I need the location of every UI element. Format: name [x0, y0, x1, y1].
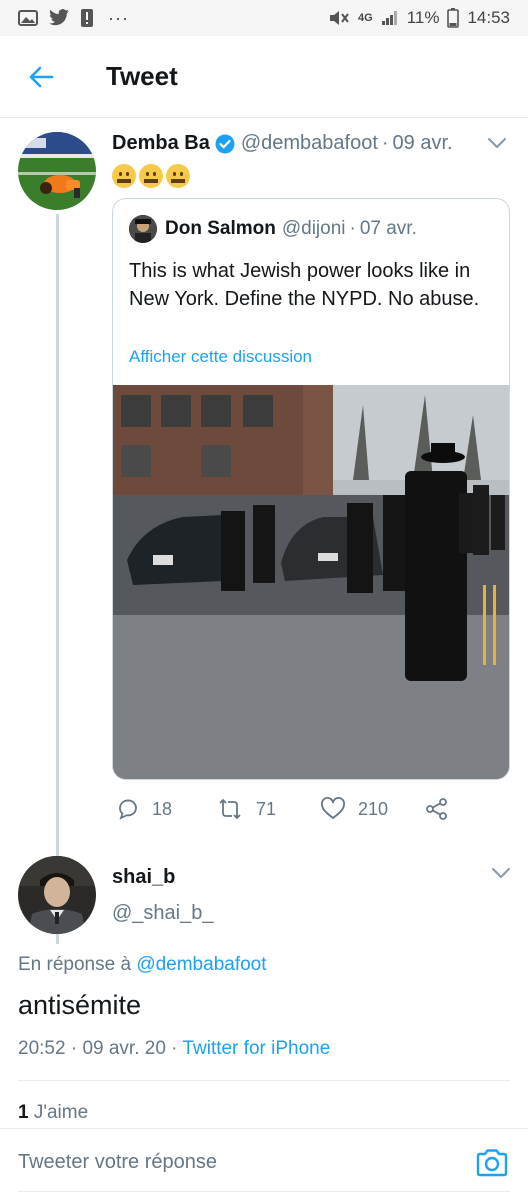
- separator-dot: ·: [171, 1038, 178, 1059]
- chevron-down-icon: [488, 138, 506, 148]
- tweet-header: Demba Ba @dembabafoot · 09 avr.: [112, 132, 512, 155]
- avatar[interactable]: [18, 132, 96, 210]
- retweet-count: 71: [256, 798, 277, 819]
- gallery-icon: [18, 9, 38, 27]
- page-title: Tweet: [106, 61, 178, 91]
- zipper-mouth-emoji-icon: [166, 164, 190, 188]
- reply-author-handle[interactable]: @_shai_b_: [112, 902, 213, 925]
- quoted-avatar: [129, 215, 157, 243]
- tweet-time: 20:52: [18, 1038, 66, 1059]
- reply-count: 18: [152, 798, 173, 819]
- verified-badge-icon: [215, 134, 235, 154]
- tweet-full-date: 09 avr. 20: [82, 1038, 166, 1059]
- tweet-client-link[interactable]: Twitter for iPhone: [182, 1038, 330, 1059]
- separator-dot: ·: [381, 132, 389, 154]
- in-reply-to: En réponse à @dembabafoot: [18, 954, 267, 976]
- separator-dot: ·: [349, 218, 356, 239]
- chevron-down-icon: [492, 868, 510, 878]
- video-thumbnail[interactable]: [113, 385, 509, 779]
- tweet-actions: 18 71 210: [112, 794, 512, 824]
- zipper-mouth-emoji-icon: [139, 164, 163, 188]
- quoted-tweet-card[interactable]: Don Salmon @dijoni · 07 avr. This is wha…: [112, 198, 510, 780]
- battery-icon: [447, 8, 460, 28]
- heart-icon: [321, 797, 345, 819]
- tweet-menu-button[interactable]: [490, 866, 512, 885]
- back-arrow-icon: [29, 66, 54, 87]
- thread-line: [56, 214, 59, 944]
- status-left: ···: [18, 8, 129, 29]
- in-reply-mention-link[interactable]: @dembabafoot: [136, 954, 266, 975]
- reply-composer: Tweeter votre réponse: [0, 1128, 528, 1200]
- quoted-tweet-date: 07 avr.: [359, 218, 417, 239]
- camera-button[interactable]: [474, 1147, 510, 1184]
- divider: [18, 1080, 510, 1081]
- zipper-mouth-emoji-icon: [112, 164, 136, 188]
- reply-button[interactable]: 18: [116, 797, 172, 821]
- retweet-icon: [219, 799, 241, 819]
- quoted-author-handle: @dijoni: [281, 218, 346, 239]
- tweet-menu-button[interactable]: [486, 136, 508, 155]
- back-button[interactable]: [0, 36, 82, 118]
- app-header: Tweet: [0, 36, 528, 118]
- author-handle[interactable]: @dembabafoot: [241, 132, 378, 155]
- quoted-tweet-text: This is what Jewish power looks like in …: [129, 260, 480, 310]
- likes-count: 1: [18, 1102, 29, 1123]
- network-type: 4G: [358, 12, 373, 24]
- reply-input[interactable]: Tweeter votre réponse: [18, 1151, 217, 1174]
- more-notifications-dots: ···: [108, 7, 129, 28]
- show-thread-link[interactable]: Afficher cette discussion: [129, 347, 312, 367]
- in-reply-prefix: En réponse à: [18, 954, 132, 975]
- mute-icon: [328, 9, 350, 27]
- like-count: 210: [358, 798, 389, 819]
- clock: 14:53: [467, 8, 510, 27]
- separator-dot: ·: [70, 1038, 78, 1059]
- camera-icon: [476, 1149, 508, 1177]
- status-right: 4G 11% 14:53: [328, 8, 510, 28]
- quoted-tweet-header: Don Salmon @dijoni · 07 avr.: [129, 215, 417, 243]
- author-name[interactable]: Demba Ba: [112, 132, 210, 155]
- battery-percent: 11%: [406, 8, 440, 27]
- status-bar: ··· 4G 11% 14:53: [0, 0, 528, 36]
- avatar[interactable]: [18, 856, 96, 934]
- likes-label: J'aime: [33, 1102, 89, 1123]
- twitter-bird-icon: [48, 9, 70, 27]
- divider: [18, 1191, 510, 1192]
- reply-tweet-text: antisémite: [18, 990, 142, 1020]
- emoji-row: [112, 164, 190, 188]
- tweet-metadata: 20:52 · 09 avr. 20 · Twitter for iPhone: [18, 1038, 330, 1060]
- reply-author-name[interactable]: shai_b: [112, 866, 175, 889]
- likes-summary[interactable]: 1 J'aime: [18, 1102, 88, 1124]
- alert-icon: [80, 8, 94, 28]
- signal-icon: [381, 10, 399, 26]
- quoted-author-name: Don Salmon: [165, 218, 276, 239]
- share-icon: [426, 798, 447, 820]
- reply-icon: [119, 799, 137, 820]
- share-button[interactable]: [424, 797, 450, 821]
- tweet-date[interactable]: 09 avr.: [393, 132, 453, 155]
- retweet-button[interactable]: 71: [216, 797, 276, 821]
- like-button[interactable]: 210: [320, 797, 388, 821]
